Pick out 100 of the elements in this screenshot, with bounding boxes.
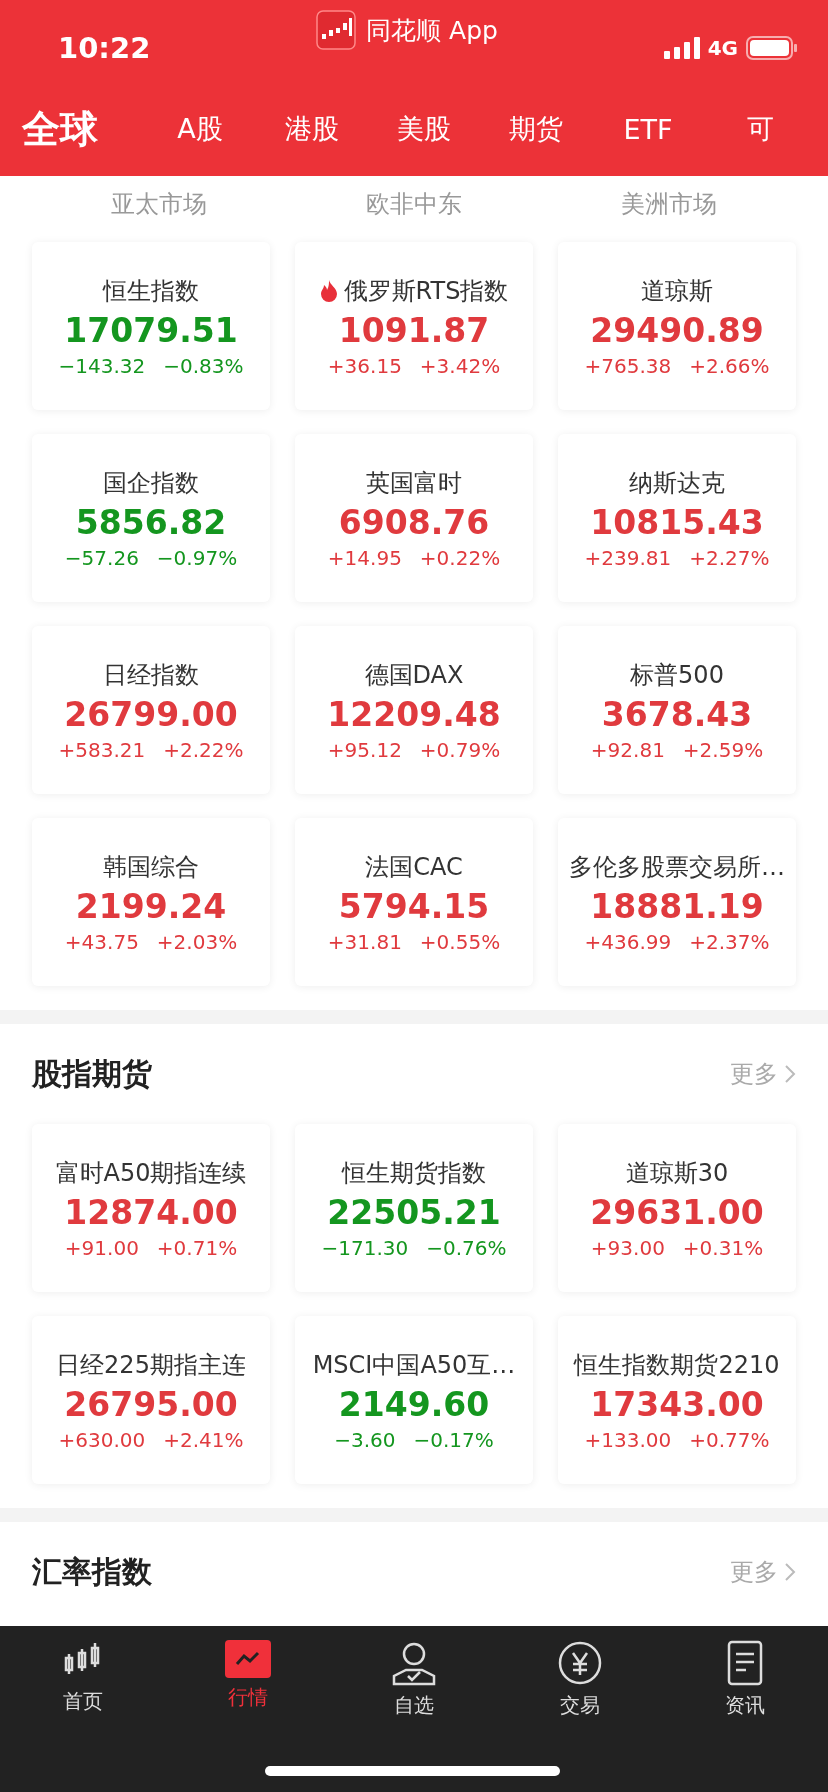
index-price: 12209.48 bbox=[327, 694, 501, 734]
percent-change: +2.59% bbox=[682, 737, 764, 762]
price-change: +765.38 bbox=[584, 353, 672, 378]
percent-change: −0.83% bbox=[163, 353, 244, 378]
flame-icon bbox=[319, 279, 338, 302]
price-change: −3.60 bbox=[334, 1427, 396, 1452]
section-title: 股指期货 bbox=[32, 1054, 152, 1093]
quote-card[interactable]: 法国CAC 5794.15 +31.81 +0.55% bbox=[295, 818, 533, 986]
price-change: +91.00 bbox=[64, 1235, 139, 1260]
signal-icon bbox=[663, 37, 700, 59]
price-change: +43.75 bbox=[64, 929, 139, 954]
quote-card[interactable]: 道琼斯30 29631.00 +93.00 +0.31% bbox=[558, 1124, 796, 1292]
quote-card[interactable]: 国企指数 5856.82 −57.26 −0.97% bbox=[32, 434, 270, 602]
percent-change: −0.97% bbox=[156, 545, 238, 570]
index-name: 标普500 bbox=[630, 659, 724, 691]
quote-card[interactable]: 富时A50期指连续 12874.00 +91.00 +0.71% bbox=[32, 1124, 270, 1292]
index-name: 富时A50期指连续 bbox=[55, 1157, 247, 1189]
quote-card[interactable]: 日经指数 26799.00 +583.21 +2.22% bbox=[32, 626, 270, 794]
section-title: 汇率指数 bbox=[32, 1552, 152, 1591]
price-change: +630.00 bbox=[58, 1427, 146, 1452]
price-change: −171.30 bbox=[321, 1235, 409, 1260]
nav-tab[interactable]: 交易 bbox=[496, 1626, 663, 1720]
battery-icon bbox=[746, 36, 798, 60]
region-label: 亚太市场 bbox=[110, 189, 209, 220]
percent-change: +2.03% bbox=[156, 929, 238, 954]
chevron-right-icon bbox=[784, 1064, 796, 1084]
nav-tab[interactable]: 行情 bbox=[165, 1626, 332, 1712]
percent-change: +2.37% bbox=[689, 929, 770, 954]
percent-change: +3.42% bbox=[419, 353, 501, 378]
index-price: 5856.82 bbox=[75, 502, 227, 542]
index-name: 纳斯达克 bbox=[629, 467, 725, 499]
market-tab[interactable]: 全球 bbox=[22, 103, 144, 155]
person-check-icon bbox=[391, 1640, 437, 1686]
price-change: +133.00 bbox=[584, 1427, 672, 1452]
index-price: 22505.21 bbox=[327, 1192, 501, 1232]
index-name: 韩国综合 bbox=[103, 851, 199, 883]
quote-card[interactable]: 标普500 3678.43 +92.81 +2.59% bbox=[558, 626, 796, 794]
index-name: 日经225期指主连 bbox=[56, 1349, 246, 1381]
index-name: 国企指数 bbox=[103, 467, 199, 499]
app-name: 同花顺 App bbox=[366, 14, 498, 47]
index-price: 29490.89 bbox=[590, 310, 764, 350]
index-name: 道琼斯30 bbox=[625, 1157, 729, 1189]
percent-change: −0.76% bbox=[426, 1235, 507, 1260]
quote-card[interactable]: 德国DAX 12209.48 +95.12 +0.79% bbox=[295, 626, 533, 794]
index-price: 12874.00 bbox=[64, 1192, 238, 1232]
index-price: 1091.87 bbox=[338, 310, 490, 350]
index-name: MSCI中国A50互… bbox=[312, 1349, 516, 1381]
index-name: 俄罗斯RTS指数 bbox=[343, 275, 509, 307]
price-change: +436.99 bbox=[584, 929, 672, 954]
yen-coin-icon bbox=[556, 1640, 603, 1686]
nav-tab[interactable]: 资讯 bbox=[662, 1626, 828, 1720]
quote-card[interactable]: 恒生指数 17079.51 −143.32 −0.83% bbox=[32, 242, 270, 410]
index-price: 2149.60 bbox=[338, 1384, 490, 1424]
market-tab[interactable]: 可 bbox=[704, 111, 816, 147]
chart-icon bbox=[225, 1640, 272, 1678]
price-change: −57.26 bbox=[64, 545, 139, 570]
price-change: +95.12 bbox=[327, 737, 402, 762]
market-tab[interactable]: ETF bbox=[592, 113, 704, 145]
quote-card[interactable]: MSCI中国A50互… 2149.60 −3.60 −0.17% bbox=[295, 1316, 533, 1484]
quote-card[interactable]: 英国富时 6908.76 +14.95 +0.22% bbox=[295, 434, 533, 602]
percent-change: +0.77% bbox=[689, 1427, 770, 1452]
index-price: 29631.00 bbox=[590, 1192, 764, 1232]
index-name: 恒生指数期货2210 bbox=[574, 1349, 780, 1381]
index-price: 6908.76 bbox=[338, 502, 490, 542]
market-tab[interactable]: 期货 bbox=[480, 111, 592, 147]
index-name: 英国富时 bbox=[366, 467, 462, 499]
index-price: 17079.51 bbox=[64, 310, 238, 350]
quote-card[interactable]: 道琼斯 29490.89 +765.38 +2.66% bbox=[558, 242, 796, 410]
index-price: 3678.43 bbox=[601, 694, 753, 734]
index-name: 恒生指数 bbox=[103, 275, 199, 307]
quote-card[interactable]: 恒生指数期货2210 17343.00 +133.00 +0.77% bbox=[558, 1316, 796, 1484]
market-tab[interactable]: 港股 bbox=[256, 111, 368, 147]
quote-card[interactable]: 俄罗斯RTS指数 1091.87 +36.15 +3.42% bbox=[295, 242, 533, 410]
quote-card[interactable]: 韩国综合 2199.24 +43.75 +2.03% bbox=[32, 818, 270, 986]
index-name: 恒生期货指数 bbox=[342, 1157, 486, 1189]
percent-change: +0.71% bbox=[156, 1235, 238, 1260]
quote-card[interactable]: 恒生期货指数 22505.21 −171.30 −0.76% bbox=[295, 1124, 533, 1292]
chevron-right-icon bbox=[784, 1562, 796, 1582]
percent-change: +2.41% bbox=[163, 1427, 244, 1452]
percent-change: +2.66% bbox=[689, 353, 770, 378]
index-name: 多伦多股票交易所… bbox=[569, 851, 785, 883]
nav-tab[interactable]: 首页 bbox=[0, 1626, 166, 1716]
region-label: 美洲市场 bbox=[619, 189, 718, 220]
quote-card[interactable]: 纳斯达克 10815.43 +239.81 +2.27% bbox=[558, 434, 796, 602]
market-tab[interactable]: 美股 bbox=[368, 111, 480, 147]
price-change: +583.21 bbox=[58, 737, 146, 762]
index-name: 德国DAX bbox=[364, 659, 464, 691]
nav-tab[interactable]: 自选 bbox=[331, 1626, 497, 1720]
price-change: +36.15 bbox=[327, 353, 402, 378]
index-price: 17343.00 bbox=[590, 1384, 764, 1424]
status-time: 10:22 bbox=[58, 31, 151, 65]
percent-change: +2.22% bbox=[163, 737, 244, 762]
index-price: 26795.00 bbox=[64, 1384, 238, 1424]
index-price: 18881.19 bbox=[590, 886, 764, 926]
quote-card[interactable]: 多伦多股票交易所… 18881.19 +436.99 +2.37% bbox=[558, 818, 796, 986]
market-tab[interactable]: A股 bbox=[144, 111, 256, 147]
price-change: +14.95 bbox=[327, 545, 402, 570]
price-change: +93.00 bbox=[590, 1235, 665, 1260]
percent-change: −0.17% bbox=[413, 1427, 494, 1452]
quote-card[interactable]: 日经225期指主连 26795.00 +630.00 +2.41% bbox=[32, 1316, 270, 1484]
